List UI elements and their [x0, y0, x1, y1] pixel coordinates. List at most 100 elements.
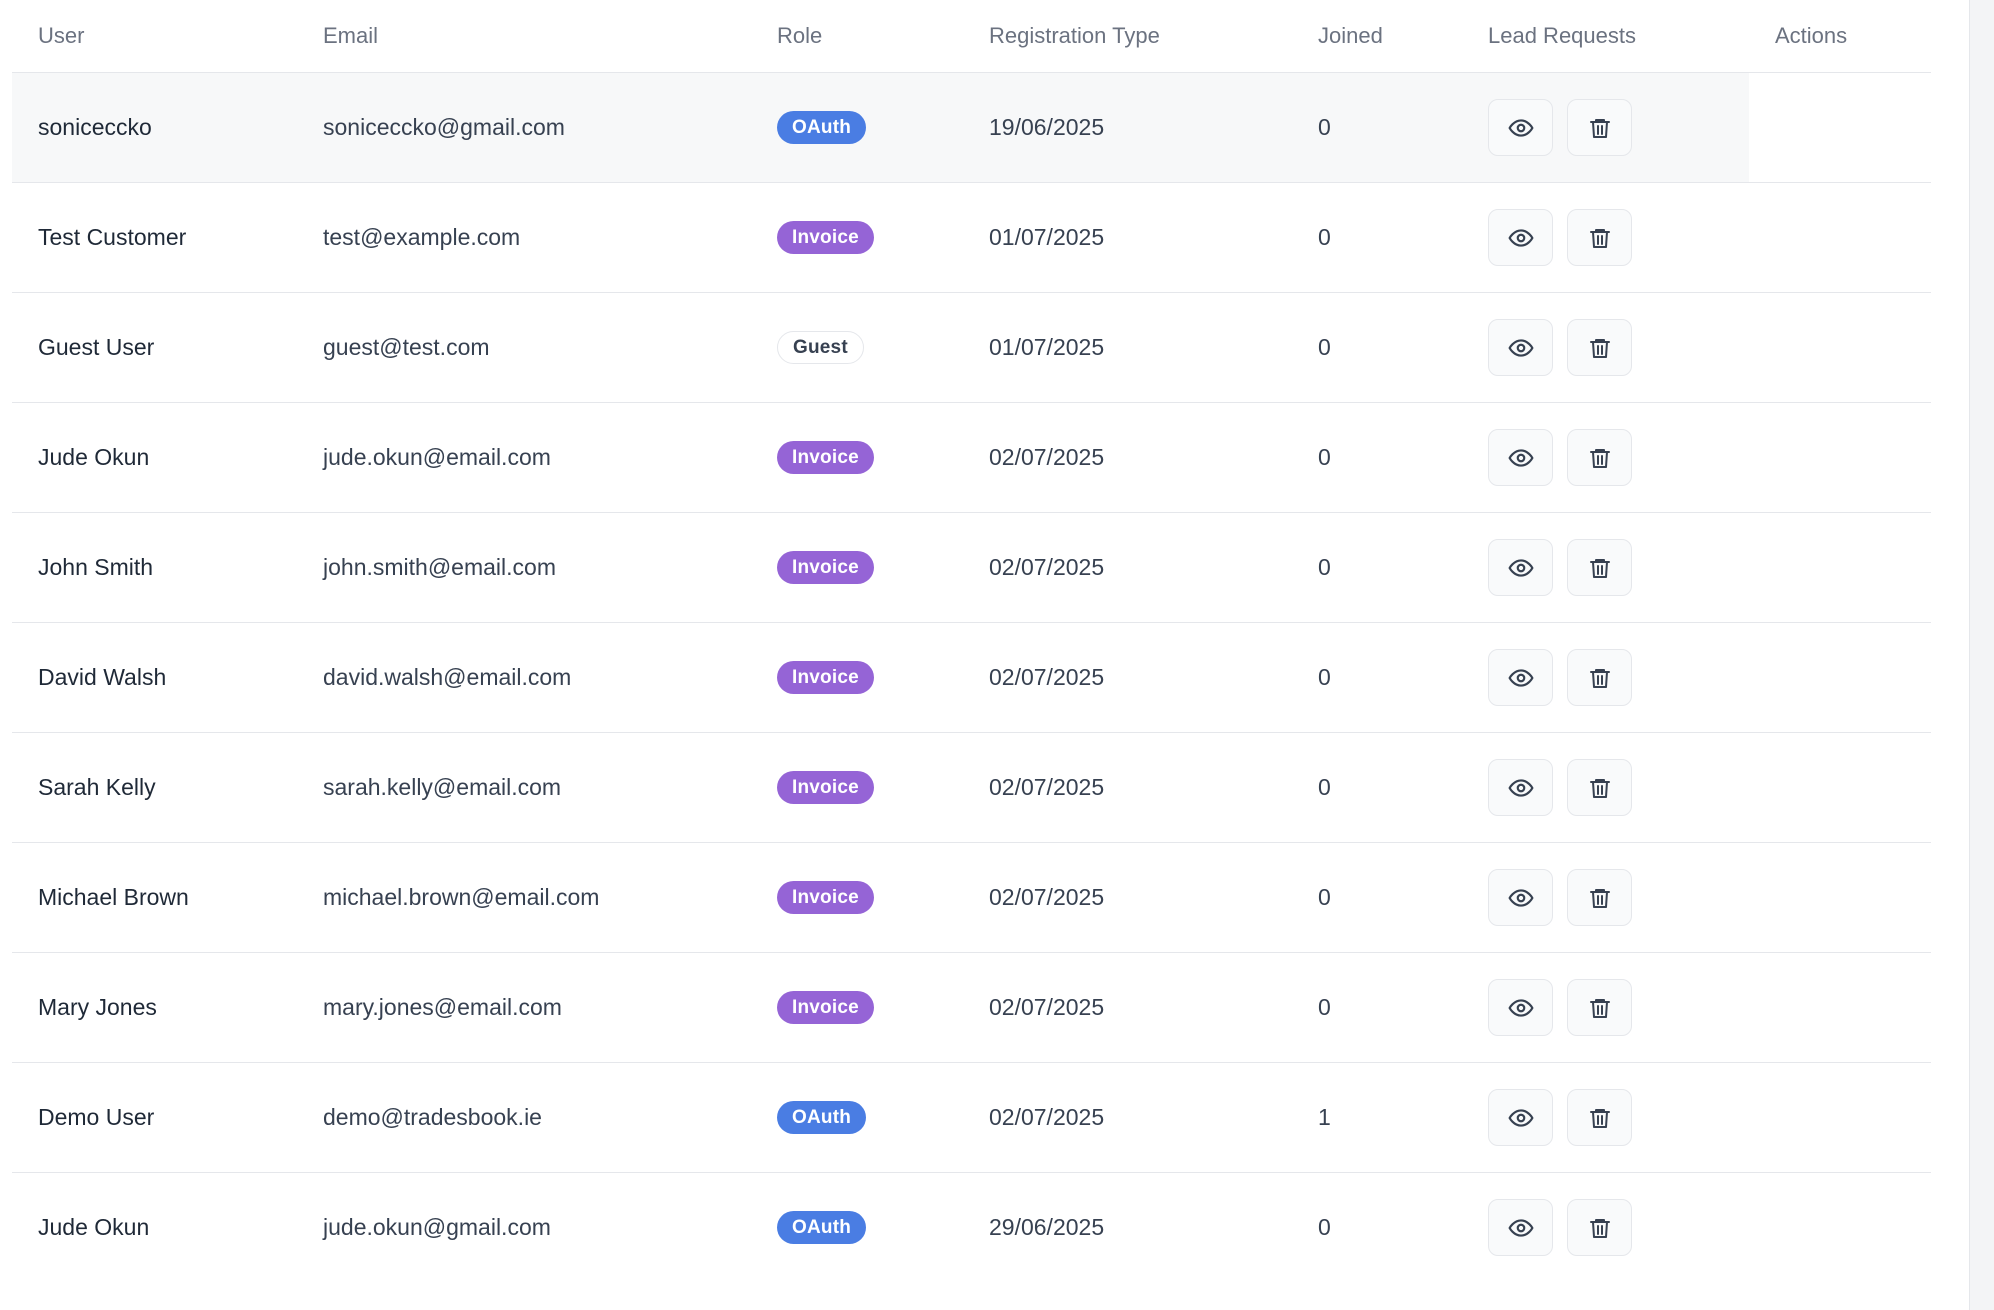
delete-button[interactable] — [1567, 99, 1632, 156]
actions-cell — [1749, 1062, 1931, 1173]
view-button[interactable] — [1488, 1089, 1553, 1146]
joined-count: 0 — [1292, 622, 1462, 733]
eye-icon — [1508, 228, 1533, 247]
role-cell: Invoice — [751, 402, 963, 513]
user-email: soniceccko@gmail.com — [297, 72, 751, 183]
table-row[interactable]: Sarah Kelly sarah.kelly@email.com Invoic… — [12, 732, 1931, 843]
table-header: User Email Role Registration Type Joined… — [12, 0, 1931, 73]
lead-requests-cell — [1462, 952, 1749, 1063]
column-header-lead-requests: Lead Requests — [1462, 0, 1749, 73]
delete-button[interactable] — [1567, 1089, 1632, 1146]
eye-icon — [1508, 558, 1533, 577]
role-cell: OAuth — [751, 1173, 963, 1283]
joined-count: 0 — [1292, 842, 1462, 953]
delete-button[interactable] — [1567, 649, 1632, 706]
view-button[interactable] — [1488, 979, 1553, 1036]
delete-button[interactable] — [1567, 869, 1632, 926]
registration-date: 01/07/2025 — [963, 292, 1292, 403]
delete-button[interactable] — [1567, 429, 1632, 486]
table-row[interactable]: Jude Okun jude.okun@email.com Invoice 02… — [12, 402, 1931, 513]
user-name: Guest User — [12, 292, 297, 403]
eye-icon — [1508, 778, 1533, 797]
table-row[interactable]: Test Customer test@example.com Invoice 0… — [12, 182, 1931, 293]
column-header-role: Role — [751, 0, 963, 73]
joined-count: 0 — [1292, 292, 1462, 403]
lead-requests-cell — [1462, 1062, 1749, 1173]
actions-cell — [1749, 732, 1931, 843]
delete-button[interactable] — [1567, 759, 1632, 816]
view-button[interactable] — [1488, 319, 1553, 376]
row-action-buttons — [1488, 869, 1749, 926]
table-row[interactable]: David Walsh david.walsh@email.com Invoic… — [12, 622, 1931, 733]
trash-icon — [1589, 778, 1610, 798]
role-badge: Invoice — [777, 551, 874, 584]
lead-requests-cell — [1462, 72, 1749, 183]
view-button[interactable] — [1488, 869, 1553, 926]
user-email: jude.okun@gmail.com — [323, 1214, 551, 1240]
users-table: User Email Role Registration Type Joined… — [12, 0, 1931, 1282]
user-name: soniceccko — [12, 72, 297, 183]
trash-icon — [1589, 888, 1610, 908]
delete-button[interactable] — [1567, 319, 1632, 376]
user-email: test@example.com — [297, 182, 751, 293]
actions-cell — [1749, 952, 1931, 1063]
role-badge: OAuth — [777, 1101, 867, 1134]
eye-icon — [1508, 668, 1533, 687]
view-button[interactable] — [1488, 649, 1553, 706]
trash-icon — [1589, 228, 1610, 248]
joined-count: 1 — [1292, 1062, 1462, 1173]
lead-requests-cell — [1462, 512, 1749, 623]
table-row[interactable]: Michael Brown michael.brown@email.com In… — [12, 842, 1931, 953]
view-button[interactable] — [1488, 99, 1553, 156]
delete-button[interactable] — [1567, 209, 1632, 266]
table-row[interactable]: Demo User demo@tradesbook.ie OAuth 02/07… — [12, 1062, 1931, 1173]
registration-date: 02/07/2025 — [963, 622, 1292, 733]
actions-cell — [1749, 182, 1931, 293]
user-email: john.smith@email.com — [297, 512, 751, 623]
delete-button[interactable] — [1567, 979, 1632, 1036]
table-row[interactable]: Guest User guest@test.com Guest 01/07/20… — [12, 292, 1931, 403]
row-action-buttons — [1488, 319, 1749, 376]
column-header-user: User — [12, 0, 297, 73]
delete-button[interactable] — [1567, 539, 1632, 596]
column-header-email: Email — [297, 0, 751, 73]
header-row: User Email Role Registration Type Joined… — [12, 0, 1931, 73]
actions-cell — [1749, 842, 1931, 953]
user-name: Jude Okun — [12, 402, 297, 513]
registration-date: 02/07/2025 — [963, 842, 1292, 953]
joined-count: 0 — [1292, 402, 1462, 513]
page-scrollbar-track[interactable] — [1969, 0, 1994, 1310]
role-badge: OAuth — [777, 111, 867, 144]
row-action-buttons — [1488, 649, 1749, 706]
table-row[interactable]: Mary Jones mary.jones@email.com Invoice … — [12, 952, 1931, 1063]
actions-cell — [1749, 72, 1931, 183]
table-row[interactable]: John Smith john.smith@email.com Invoice … — [12, 512, 1931, 623]
role-badge: Invoice — [777, 221, 874, 254]
row-action-buttons — [1488, 539, 1749, 596]
view-button[interactable] — [1488, 429, 1553, 486]
role-cell: Invoice — [751, 732, 963, 843]
joined-count: 0 — [1292, 952, 1462, 1063]
trash-icon — [1589, 338, 1610, 358]
eye-icon — [1508, 1108, 1533, 1127]
user-name: John Smith — [12, 512, 297, 623]
trash-icon — [1589, 558, 1610, 578]
view-button[interactable] — [1488, 1199, 1553, 1256]
lead-requests-cell — [1462, 292, 1749, 403]
table-row[interactable]: Jude Okun jude.okun@gmail.com OAuth 29/0… — [12, 1173, 1931, 1283]
trash-icon — [1589, 448, 1610, 468]
user-email: demo@tradesbook.ie — [297, 1062, 751, 1173]
view-button[interactable] — [1488, 539, 1553, 596]
users-table-container: User Email Role Registration Type Joined… — [12, 0, 1931, 1282]
view-button[interactable] — [1488, 759, 1553, 816]
actions-cell — [1749, 622, 1931, 733]
view-button[interactable] — [1488, 209, 1553, 266]
table-row[interactable]: soniceccko soniceccko@gmail.com OAuth 19… — [12, 72, 1931, 183]
registration-date: 29/06/2025 — [989, 1214, 1105, 1240]
trash-icon — [1589, 1218, 1610, 1238]
trash-icon — [1589, 998, 1610, 1018]
eye-icon — [1508, 118, 1533, 137]
delete-button[interactable] — [1567, 1199, 1632, 1256]
role-badge: Invoice — [777, 771, 874, 804]
column-header-registration-type: Registration Type — [963, 0, 1292, 73]
